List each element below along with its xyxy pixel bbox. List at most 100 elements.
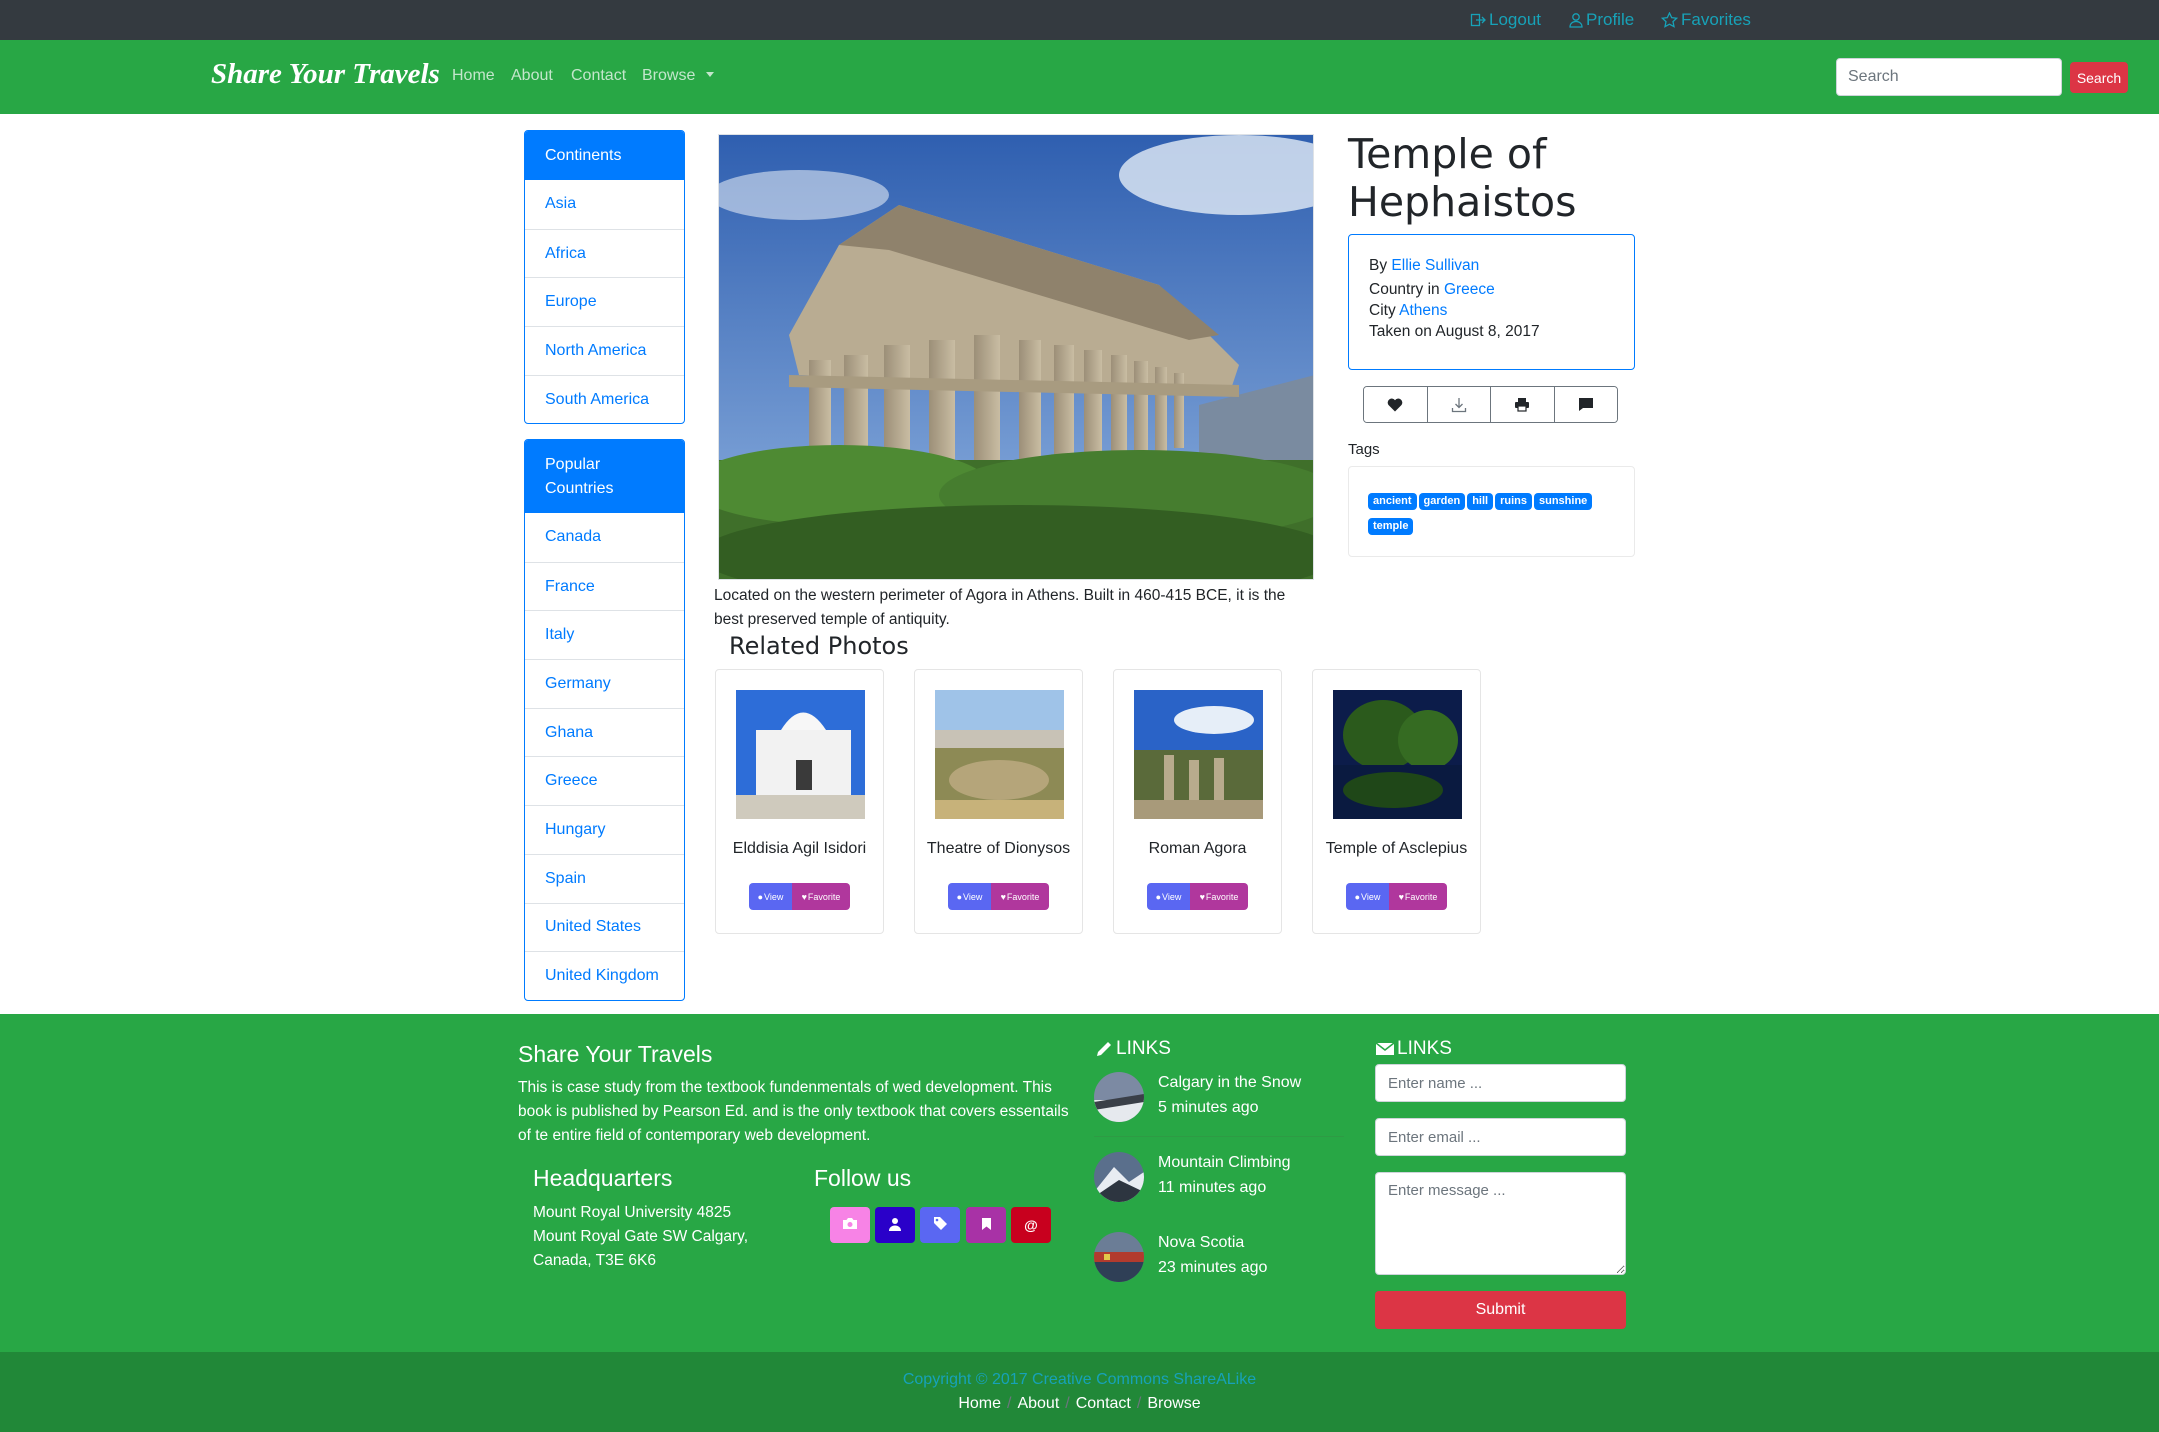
related-thumbnail[interactable] [1333, 690, 1462, 819]
country-item[interactable]: Germany [525, 659, 684, 708]
continent-item[interactable]: Asia [525, 180, 684, 229]
post-avatar [1094, 1072, 1144, 1122]
view-button[interactable]: ● View [948, 883, 991, 910]
continent-item[interactable]: Europe [525, 277, 684, 326]
navbar: Share Your Travels Home About Contact Br… [0, 40, 2159, 114]
country-item[interactable]: Spain [525, 853, 684, 903]
submit-button[interactable]: Submit [1375, 1291, 1626, 1329]
nav-home[interactable]: Home [452, 67, 495, 85]
bottom-link-browse[interactable]: Browse [1147, 1395, 1200, 1412]
view-button[interactable]: ● View [1346, 883, 1389, 910]
country-item[interactable]: Greece [525, 756, 684, 805]
continent-item[interactable]: South America [525, 374, 684, 424]
country-item[interactable]: France [525, 561, 684, 611]
print-icon [1515, 398, 1530, 412]
country-item[interactable]: United States [525, 902, 684, 952]
continent-item[interactable]: North America [525, 326, 684, 375]
links-title: LINKS [1094, 1038, 1171, 1060]
recent-post[interactable]: Nova Scotia 23 minutes ago [1094, 1232, 1344, 1302]
print-action-button[interactable] [1491, 387, 1555, 422]
bottom-link-contact[interactable]: Contact [1076, 1395, 1131, 1412]
favorite-action-button[interactable] [1364, 387, 1428, 422]
camera-social-button[interactable] [830, 1207, 870, 1243]
photo-actions [1363, 386, 1618, 423]
nav-contact[interactable]: Contact [571, 67, 626, 85]
country-row: Country in Greece [1369, 281, 1495, 298]
tag-badge[interactable]: ancient [1368, 493, 1417, 510]
tag-badge[interactable]: sunshine [1534, 493, 1593, 510]
email-input[interactable] [1375, 1118, 1626, 1156]
bottom-link-about[interactable]: About [1017, 1395, 1059, 1412]
download-icon [1451, 397, 1466, 412]
camera-icon [842, 1217, 858, 1233]
continent-item[interactable]: Africa [525, 228, 684, 278]
continents-header: Continents [525, 131, 684, 180]
heart-icon: ♥ [1000, 891, 1006, 902]
post-title: Nova Scotia [1158, 1234, 1245, 1251]
tag-badge[interactable]: temple [1368, 518, 1414, 535]
favorite-button[interactable]: ♥ Favorite [1389, 883, 1447, 910]
nav-about[interactable]: About [511, 67, 553, 85]
follow-us-title: Follow us [814, 1165, 912, 1191]
country-link[interactable]: Greece [1444, 281, 1495, 298]
city-link[interactable]: Athens [1399, 302, 1447, 319]
bookmark-social-button[interactable] [966, 1207, 1006, 1243]
favorite-button[interactable]: ♥ Favorite [1190, 883, 1248, 910]
eye-icon: ● [1155, 891, 1162, 902]
name-input[interactable] [1375, 1064, 1626, 1102]
country-item[interactable]: Hungary [525, 805, 684, 854]
message-textarea[interactable] [1375, 1172, 1626, 1275]
search-button[interactable]: Search [2070, 62, 2128, 93]
related-photo-name: Elddisia Agil Isidori [732, 840, 867, 857]
heart-icon [1387, 398, 1403, 411]
post-avatar [1094, 1232, 1144, 1282]
eye-icon: ● [956, 891, 963, 902]
tag-social-button[interactable] [920, 1207, 960, 1243]
bookmark-icon [981, 1217, 992, 1234]
continents-panel: Continents Asia Africa Europe North Amer… [524, 130, 685, 425]
related-thumbnail[interactable] [736, 690, 865, 819]
related-card: Temple of Asclepius ● View ♥ Favorite [1312, 669, 1481, 934]
top-bar: Logout Profile Favorites [0, 0, 2159, 40]
related-thumbnail[interactable] [935, 690, 1064, 819]
logout-link[interactable]: Logout [1470, 10, 1541, 30]
user-icon [1569, 13, 1583, 28]
recent-post[interactable]: Mountain Climbing 11 minutes ago [1094, 1152, 1344, 1222]
profile-link[interactable]: Profile [1569, 10, 1634, 30]
tag-icon [933, 1216, 948, 1234]
favorite-button[interactable]: ♥ Favorite [991, 883, 1049, 910]
comment-action-button[interactable] [1554, 387, 1617, 422]
related-thumbnail[interactable] [1134, 690, 1263, 819]
bottom-link-home[interactable]: Home [958, 1395, 1001, 1412]
eye-icon: ● [757, 891, 764, 902]
footer-about-title: Share Your Travels [518, 1041, 713, 1067]
at-social-button[interactable]: @ [1011, 1207, 1051, 1243]
heart-icon: ♥ [801, 891, 807, 902]
favorites-link[interactable]: Favorites [1661, 10, 1751, 30]
heart-icon: ♥ [1199, 891, 1205, 902]
recent-post[interactable]: Calgary in the Snow 5 minutes ago [1094, 1072, 1344, 1142]
related-photo-name: Theatre of Dionysos [926, 840, 1071, 857]
country-item[interactable]: Ghana [525, 707, 684, 757]
author-link[interactable]: Ellie Sullivan [1391, 257, 1479, 274]
country-item[interactable]: United Kingdom [525, 951, 684, 1000]
post-avatar [1094, 1152, 1144, 1202]
post-divider [1094, 1136, 1344, 1137]
download-action-button[interactable] [1427, 387, 1491, 422]
post-title: Mountain Climbing [1158, 1154, 1291, 1171]
user-social-button[interactable] [875, 1207, 915, 1243]
post-time: 5 minutes ago [1158, 1099, 1259, 1116]
country-item[interactable]: Italy [525, 610, 684, 659]
favorite-button[interactable]: ♥ Favorite [792, 883, 850, 910]
tag-badge[interactable]: garden [1418, 493, 1466, 510]
nav-browse-dropdown[interactable]: Browse [642, 67, 714, 85]
logout-icon [1470, 13, 1486, 27]
view-button[interactable]: ● View [749, 883, 792, 910]
tag-badge[interactable]: ruins [1495, 493, 1532, 510]
brand-logo[interactable]: Share Your Travels [211, 58, 440, 91]
related-photo-name: Roman Agora [1148, 840, 1247, 857]
view-button[interactable]: ● View [1147, 883, 1190, 910]
search-input[interactable] [1836, 58, 2062, 96]
tag-badge[interactable]: hill [1467, 493, 1494, 510]
country-item[interactable]: Canada [525, 513, 684, 562]
